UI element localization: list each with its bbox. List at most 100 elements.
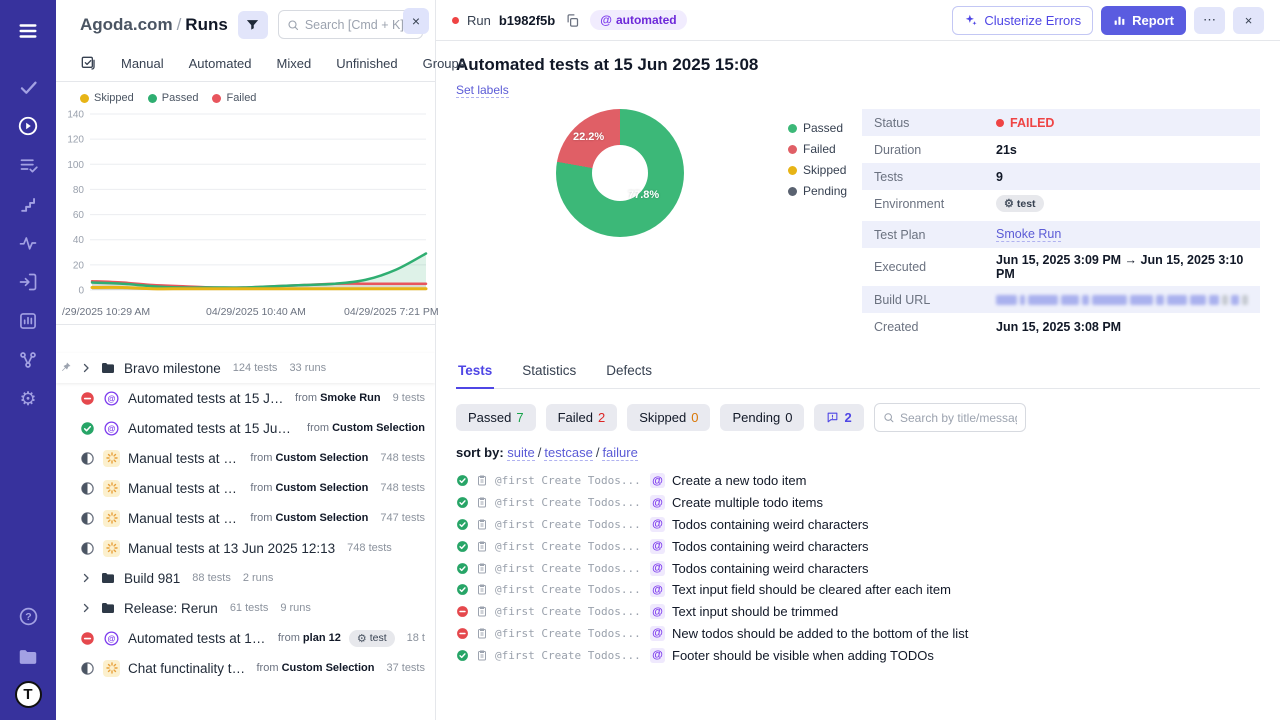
test-plan-link[interactable]: Smoke Run <box>996 227 1062 242</box>
tab-groups[interactable]: Groups <box>423 56 466 71</box>
tab-defects[interactable]: Defects <box>604 356 654 388</box>
detail-row-created: Created Jun 15, 2025 3:08 PM <box>874 319 1122 334</box>
automated-at-icon: @ <box>650 604 665 620</box>
folder-icon <box>100 600 116 616</box>
automated-at-icon: @ <box>650 473 665 489</box>
clipboard-icon <box>476 496 488 509</box>
milestones-icon[interactable] <box>10 187 46 221</box>
run-row[interactable]: @ Automated tests at 15 Jun 2025 15:08 f… <box>56 383 435 413</box>
chevron-right-icon[interactable] <box>80 602 92 614</box>
close-detail-button[interactable]: × <box>1233 6 1264 34</box>
test-row[interactable]: @first Create Todos... @ Todos containing … <box>456 535 1260 557</box>
tab-manual[interactable]: Manual <box>121 56 164 71</box>
test-suite: @first Create Todos... <box>495 496 641 510</box>
project-name[interactable]: Agoda.com <box>80 15 173 34</box>
sort-controls: sort by: suite / testcase / failure <box>456 445 638 461</box>
chevron-right-icon[interactable] <box>80 362 92 374</box>
tab-statistics[interactable]: Statistics <box>520 356 578 388</box>
detail-row-tests: Tests 9 <box>862 163 1260 190</box>
test-row[interactable]: @first Create Todos... @ Create multiple t… <box>456 492 1260 514</box>
filter-comments-button[interactable]: 2 <box>814 404 864 431</box>
runs-search-input[interactable] <box>304 17 414 32</box>
test-plans-icon[interactable] <box>10 148 46 182</box>
run-row[interactable]: Manual tests at 13 Jun 2025 12:13 from C… <box>56 503 435 533</box>
run-row[interactable]: Chat functinality test Copy from Custom … <box>56 653 435 683</box>
test-title[interactable]: Todos containing weird characters <box>672 517 869 532</box>
runs-play-icon[interactable] <box>10 109 46 143</box>
filter-passed-button[interactable]: Passed 7 <box>456 404 536 431</box>
settings-gear-icon[interactable]: ⚙ <box>10 382 46 416</box>
test-row[interactable]: @first Create Todos... @ Todos containing … <box>456 514 1260 536</box>
report-button[interactable]: Report <box>1101 5 1186 35</box>
test-title[interactable]: New todos should be added to the bottom … <box>672 626 968 641</box>
copy-icon[interactable] <box>563 11 582 30</box>
test-title[interactable]: Todos containing weird characters <box>672 539 869 554</box>
in-progress-status-icon <box>80 481 95 496</box>
automated-badge[interactable]: @ automated <box>590 10 687 30</box>
test-row[interactable]: @first Create Todos... @ Text input field … <box>456 579 1260 601</box>
projects-folder-icon[interactable] <box>10 640 46 674</box>
clipboard-icon <box>476 518 488 531</box>
search-icon <box>884 413 894 423</box>
breadcrumb-separator: / <box>176 14 182 34</box>
sort-by-failure[interactable]: failure <box>602 445 638 461</box>
clusterize-errors-button[interactable]: Clusterize Errors <box>952 5 1094 35</box>
test-title[interactable]: Text input field should be cleared after… <box>672 582 951 597</box>
filter-skipped-button[interactable]: Skipped 0 <box>627 404 711 431</box>
filter-pending-button[interactable]: Pending 0 <box>720 404 805 431</box>
imports-icon[interactable] <box>10 265 46 299</box>
failed-status-icon <box>456 627 469 640</box>
svg-text:100: 100 <box>67 160 84 171</box>
run-group-row[interactable]: Bravo milestone 124 tests 33 runs <box>56 353 435 383</box>
select-all-icon[interactable] <box>80 55 96 71</box>
sort-by-suite[interactable]: suite <box>507 445 535 461</box>
tab-automated[interactable]: Automated <box>189 56 252 71</box>
test-row[interactable]: @first Create Todos... @ Text input should… <box>456 601 1260 623</box>
filter-failed-button[interactable]: Failed 2 <box>545 404 618 431</box>
test-title[interactable]: Footer should be visible when adding TOD… <box>672 648 934 663</box>
clipboard-icon <box>476 474 488 487</box>
tab-mixed[interactable]: Mixed <box>277 56 312 71</box>
more-actions-button[interactable]: ⋯ <box>1194 6 1225 34</box>
set-labels-link[interactable]: Set labels <box>456 83 509 98</box>
sort-by-testcase[interactable]: testcase <box>544 445 593 461</box>
passed-status-icon <box>456 518 469 531</box>
donut-legend: Passed Failed Skipped Pending <box>788 109 847 198</box>
test-title[interactable]: Create multiple todo items <box>672 495 823 510</box>
tests-search-input[interactable] <box>899 410 1017 425</box>
detail-row-duration: Duration 21s <box>874 142 1017 157</box>
test-row[interactable]: @first Create Todos... @ Todos containing … <box>456 557 1260 579</box>
environment-badge: ⚙ test <box>348 629 395 647</box>
run-row[interactable]: Manual tests at 13 Jun 2025 12:13 748 te… <box>56 533 435 563</box>
run-row[interactable]: @ Automated tests at 15 Jun 2025 15:01 f… <box>56 413 435 443</box>
run-group-row[interactable]: Build 981 88 tests 2 runs <box>56 563 435 593</box>
test-title[interactable]: Create a new todo item <box>672 473 806 488</box>
failed-percent-label: 22.2% <box>573 131 605 143</box>
run-group-row[interactable]: Release: Rerun 61 tests 9 runs <box>56 593 435 623</box>
menu-icon[interactable] <box>10 14 46 48</box>
testomat-logo[interactable]: T <box>14 681 42 708</box>
panel-close-button[interactable]: × <box>403 8 429 34</box>
tab-unfinished[interactable]: Unfinished <box>336 56 397 71</box>
gear-icon: ⚙ <box>356 632 367 645</box>
run-row[interactable]: Manual tests at 13 Jun 2025 12:16 from C… <box>56 473 435 503</box>
pulse-icon[interactable] <box>10 226 46 260</box>
clipboard-icon <box>476 583 488 596</box>
clipboard-icon <box>476 605 488 618</box>
test-title[interactable]: Text input should be trimmed <box>672 604 838 619</box>
branches-icon[interactable] <box>10 343 46 377</box>
sidebar: ⚙ ? T <box>0 0 56 720</box>
help-icon[interactable]: ? <box>10 599 46 633</box>
chevron-right-icon[interactable] <box>80 572 92 584</box>
test-row[interactable]: @first Create Todos... @ Create a new todo… <box>456 470 1260 492</box>
test-row[interactable]: @first Create Todos... @ New todos should … <box>456 623 1260 645</box>
run-row[interactable]: @ Automated tests at 15 May 2025 12:32 f… <box>56 623 435 653</box>
test-row[interactable]: @first Create Todos... @ Footer should be … <box>456 644 1260 666</box>
filter-button[interactable] <box>237 10 268 39</box>
run-row[interactable]: Manual tests at 13 Jun 2025 12:17 from C… <box>56 443 435 473</box>
checks-icon[interactable] <box>10 70 46 104</box>
test-title[interactable]: Todos containing weird characters <box>672 561 869 576</box>
tab-tests[interactable]: Tests <box>456 356 495 389</box>
analytics-icon[interactable] <box>10 304 46 338</box>
svg-text:60: 60 <box>73 210 85 221</box>
